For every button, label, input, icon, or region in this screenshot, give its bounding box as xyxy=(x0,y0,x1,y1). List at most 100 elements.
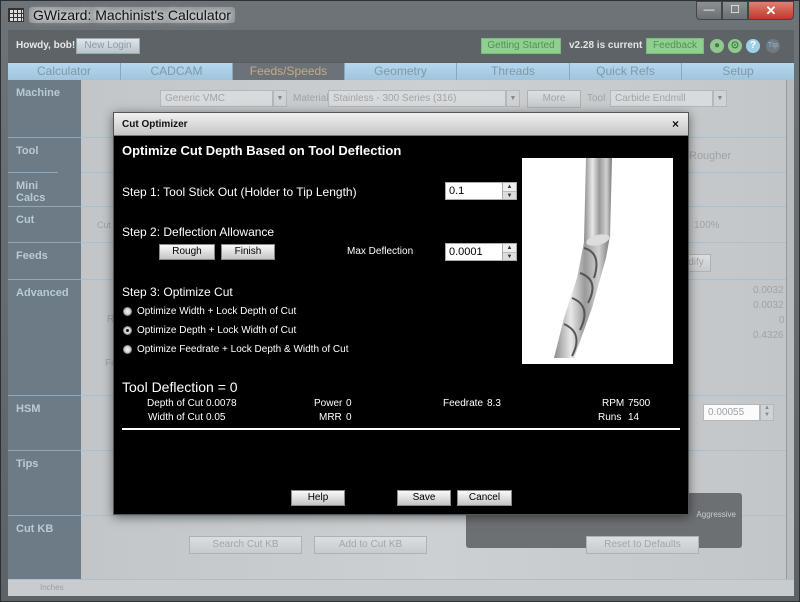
info-icon[interactable]: ⊙ xyxy=(728,39,742,53)
dialog-title-bar[interactable]: Cut Optimizer × xyxy=(114,113,688,136)
sidebar-item-machine[interactable]: Machine xyxy=(8,80,81,137)
spin-down-icon[interactable]: ▼ xyxy=(503,191,516,199)
hsm-spinner[interactable]: ▲ ▼ xyxy=(760,404,774,421)
main-tabs: Calculator CADCAM Feeds/Speeds Geometry … xyxy=(8,63,794,80)
step2-label: Step 2: Deflection Allowance xyxy=(122,225,275,239)
spin-up-icon[interactable]: ▲ xyxy=(503,244,516,252)
rpm-label: RPM xyxy=(602,398,625,409)
tool-label: Tool xyxy=(587,93,606,104)
spin-up-icon[interactable]: ▲ xyxy=(503,183,516,191)
tab-threads[interactable]: Threads xyxy=(457,63,570,80)
sidebar-item-feeds[interactable]: Feeds xyxy=(8,242,81,279)
top-bar: Howdy, bob! New Login Getting Started v2… xyxy=(8,30,794,62)
vertical-scrollbar[interactable] xyxy=(786,80,794,580)
option-label: Optimize Feedrate + Lock Depth & Width o… xyxy=(137,344,349,355)
spin-down-icon[interactable]: ▼ xyxy=(503,252,516,260)
help-button[interactable]: Help xyxy=(291,490,345,506)
advanced-value: 0.4326 xyxy=(753,330,784,341)
radio-button[interactable] xyxy=(123,345,132,354)
stickout-spinner[interactable]: ▲ ▼ xyxy=(502,183,516,199)
radio-button[interactable] xyxy=(123,307,132,316)
more-button[interactable]: More xyxy=(527,90,581,108)
material-label: Material xyxy=(293,93,329,104)
app-window: GWizard: Machinist's Calculator — ☐ ✕ Ho… xyxy=(0,0,800,602)
rough-button[interactable]: Rough xyxy=(159,244,215,260)
max-deflection-input[interactable]: 0.0001 ▲ ▼ xyxy=(445,243,517,261)
dialog-title: Cut Optimizer xyxy=(122,119,188,130)
sidebar-item-cut[interactable]: Cut xyxy=(8,206,81,242)
power-label: Power xyxy=(314,398,343,409)
chevron-down-icon[interactable]: ▼ xyxy=(506,90,520,107)
tab-geometry[interactable]: Geometry xyxy=(345,63,457,80)
carbide-endmill-image xyxy=(522,158,673,364)
tab-calculator[interactable]: Calculator xyxy=(8,63,121,80)
sidebar-item-tips[interactable]: Tips xyxy=(8,450,81,515)
tip-icon[interactable]: Tip xyxy=(766,39,780,53)
machine-select[interactable]: Generic VMC xyxy=(160,90,273,107)
tab-quick-refs[interactable]: Quick Refs xyxy=(570,63,682,80)
option-optimize-width[interactable]: Optimize Width + Lock Depth of Cut xyxy=(123,306,296,317)
width-of-cut-value: 0.05 xyxy=(206,412,226,423)
minimize-button[interactable]: — xyxy=(696,1,722,20)
deflection-spinner[interactable]: ▲ ▼ xyxy=(502,244,516,260)
option-label: Optimize Depth + Lock Width of Cut xyxy=(137,325,297,336)
tool-deflection-result: Tool Deflection = 0 xyxy=(122,379,238,395)
user-icon[interactable]: ● xyxy=(710,39,724,53)
chevron-down-icon[interactable]: ▼ xyxy=(273,90,287,107)
radio-button-selected[interactable] xyxy=(123,326,132,335)
save-button[interactable]: Save xyxy=(397,490,451,506)
finish-button[interactable]: Finish xyxy=(221,244,275,260)
help-icon[interactable]: ? xyxy=(746,39,760,53)
sidebar: Machine Tool Mini Calcs Cut Feeds Advanc… xyxy=(8,80,81,580)
depth-of-cut-value: 0.0078 xyxy=(206,398,237,409)
cancel-button[interactable]: Cancel xyxy=(457,490,512,506)
sidebar-item-mini-calcs[interactable]: Mini Calcs xyxy=(8,172,58,206)
feedback-button[interactable]: Feedback xyxy=(646,38,704,54)
results-divider xyxy=(122,428,680,430)
tab-setup[interactable]: Setup xyxy=(682,63,794,80)
sidebar-item-hsm[interactable]: HSM xyxy=(8,395,81,450)
dialog-close-icon[interactable]: × xyxy=(672,117,679,131)
power-value: 0 xyxy=(346,398,352,409)
rougher-label: Rougher xyxy=(689,150,732,162)
depth-of-cut-label: Depth of Cut xyxy=(147,398,204,409)
sidebar-item-advanced[interactable]: Advanced xyxy=(8,279,81,395)
maximize-button[interactable]: ☐ xyxy=(722,1,748,20)
version-status: v2.28 is current xyxy=(569,40,643,51)
new-login-button[interactable]: New Login xyxy=(76,38,140,54)
units-label: Inches xyxy=(40,583,64,592)
feedrate-label: Feedrate xyxy=(443,398,484,409)
tool-select[interactable]: Carbide Endmill xyxy=(610,90,713,107)
max-deflection-value: 0.0001 xyxy=(449,246,483,258)
search-cut-kb-button[interactable]: Search Cut KB xyxy=(189,536,302,554)
rpm-value: 7500 xyxy=(628,398,651,409)
greeting-text: Howdy, bob! xyxy=(16,40,76,51)
window-title: GWizard: Machinist's Calculator xyxy=(29,7,235,23)
cut-optimizer-dialog: Cut Optimizer × Optimize Cut Depth Based… xyxy=(113,112,689,515)
close-window-button[interactable]: ✕ xyxy=(748,1,794,20)
status-bar: Inches xyxy=(8,579,794,596)
feedrate-value: 8.3 xyxy=(487,398,501,409)
step3-label: Step 3: Optimize Cut xyxy=(122,285,233,299)
mrr-label: MRR xyxy=(319,412,342,423)
option-label: Optimize Width + Lock Depth of Cut xyxy=(137,306,297,317)
reset-defaults-button[interactable]: Reset to Defaults xyxy=(586,536,699,554)
sidebar-item-cut-kb[interactable]: Cut KB xyxy=(8,515,81,580)
option-optimize-feedrate[interactable]: Optimize Feedrate + Lock Depth & Width o… xyxy=(123,344,348,355)
getting-started-button[interactable]: Getting Started xyxy=(481,38,561,54)
add-to-cut-kb-button[interactable]: Add to Cut KB xyxy=(314,536,427,554)
hsm-value-field[interactable]: 0.00055 xyxy=(703,404,760,421)
title-bar: GWizard: Machinist's Calculator — ☐ ✕ xyxy=(1,1,800,29)
cut-percent: 100% xyxy=(694,220,720,231)
material-select[interactable]: Stainless - 300 Series (316) xyxy=(328,90,506,107)
advanced-value: 0 xyxy=(779,315,785,326)
sidebar-item-tool[interactable]: Tool xyxy=(8,137,81,172)
tool-stickout-input[interactable]: 0.1 ▲ ▼ xyxy=(445,182,517,200)
aggressive-label: Aggressive xyxy=(696,510,736,519)
tab-cadcam[interactable]: CADCAM xyxy=(121,63,233,80)
chevron-down-icon[interactable]: ▼ xyxy=(713,90,727,107)
app-calculator-icon xyxy=(8,8,24,22)
option-optimize-depth[interactable]: Optimize Depth + Lock Width of Cut xyxy=(123,325,296,336)
runs-value: 14 xyxy=(628,412,640,423)
tab-feeds-speeds[interactable]: Feeds/Speeds xyxy=(233,63,345,80)
